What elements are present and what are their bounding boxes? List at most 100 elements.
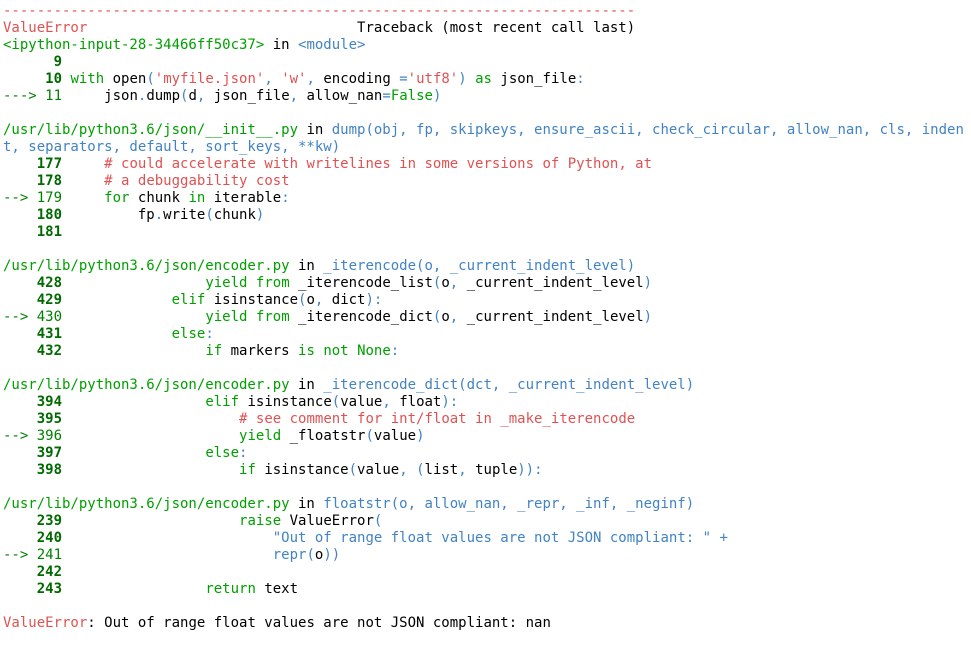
traceback-line — [3, 105, 969, 122]
traceback-line: --> 396 yield _floatstr(value) — [3, 428, 969, 445]
code-token: for — [104, 190, 130, 206]
code-token: # see comment for int/float in _make_ite… — [239, 411, 636, 427]
code-token: = — [399, 71, 408, 87]
code-token: ) — [643, 309, 653, 325]
traceback-line: ValueError Traceback (most recent call l… — [3, 20, 969, 37]
code-token: yield — [239, 428, 282, 444]
code-token: ----------------------------------------… — [3, 3, 636, 19]
code-token: json — [62, 88, 138, 104]
code-token: ) — [255, 207, 265, 223]
traceback-line: 432 if markers is not None: — [3, 343, 969, 360]
code-token: t, separators, default, sort_keys, **kw) — [3, 139, 341, 155]
code-token: , — [449, 275, 459, 291]
code-token: , — [458, 462, 467, 478]
traceback-line: ----------------------------------------… — [3, 3, 969, 20]
code-token: . — [154, 207, 164, 223]
code-token: ): — [365, 292, 383, 308]
traceback-line: /usr/lib/python3.6/json/encoder.py in _i… — [3, 377, 969, 394]
code-token: is — [298, 343, 315, 359]
code-token: from — [255, 309, 290, 325]
code-token: in — [188, 190, 206, 206]
code-token: ( — [373, 513, 383, 529]
code-token: # a debuggability cost — [104, 173, 290, 189]
code-token: from — [255, 275, 290, 291]
code-token: _current_indent_level — [458, 309, 644, 325]
traceback-line: 181 — [3, 224, 969, 241]
code-token: json_file — [491, 71, 577, 87]
traceback-line — [3, 360, 969, 377]
line-number: 181 — [3, 224, 63, 240]
code-token: text — [255, 581, 299, 597]
code-token: in — [264, 37, 299, 53]
traceback-line: 429 elif isinstance(o, dict): — [3, 292, 969, 309]
code-token: elif — [171, 292, 206, 308]
traceback-line: ValueError: Out of range float values ar… — [3, 615, 969, 632]
code-token: in — [289, 377, 324, 393]
code-token: ValueError — [3, 20, 88, 36]
traceback-line: 428 yield from _iterencode_list(o, _curr… — [3, 275, 969, 292]
line-number: 431 — [3, 326, 63, 342]
line-number: 243 — [3, 581, 63, 597]
code-token: /usr/lib/python3.6/json/encoder.py — [3, 496, 290, 512]
code-token: ) — [643, 275, 653, 291]
line-number: 397 — [3, 445, 63, 461]
code-token: , — [306, 71, 324, 87]
traceback-line: 178 # a debuggability cost — [3, 173, 969, 190]
line-number: 242 — [3, 564, 63, 580]
traceback-line: /usr/lib/python3.6/json/__init__.py in d… — [3, 122, 969, 139]
code-token: chunk — [213, 207, 256, 223]
code-token: 'utf8' — [407, 71, 459, 87]
code-token: allow_nan — [298, 88, 383, 104]
code-token: _iterencode_list — [289, 275, 433, 291]
code-token: /usr/lib/python3.6/json/encoder.py — [3, 377, 290, 393]
code-token: not — [323, 343, 349, 359]
line-number: 394 — [3, 394, 63, 410]
code-token: return — [205, 581, 256, 597]
code-token: ( — [348, 462, 358, 478]
code-token: dict — [323, 292, 366, 308]
code-token: d — [188, 88, 197, 104]
code-token: isinstance — [205, 292, 299, 308]
traceback-output: ----------------------------------------… — [3, 3, 969, 632]
traceback-line: 398 if isinstance(value, (list, tuple)): — [3, 462, 969, 479]
code-token: ) — [458, 71, 467, 87]
code-token: : — [239, 445, 248, 461]
traceback-line: --> 430 yield from _iterencode_dict(o, _… — [3, 309, 969, 326]
traceback-line: 239 raise ValueError( — [3, 513, 969, 530]
line-number: 180 — [3, 207, 63, 223]
code-token: if — [239, 462, 256, 478]
code-token: dump — [146, 88, 181, 104]
code-token: _iterencode(o, _current_indent_level) — [323, 258, 636, 274]
code-token: if — [205, 343, 223, 359]
code-token: write — [163, 207, 206, 223]
code-token: yield — [205, 275, 248, 291]
traceback-line — [3, 479, 969, 496]
traceback-line — [3, 241, 969, 258]
code-token: float — [390, 394, 442, 410]
code-token: _iterencode_dict — [289, 309, 433, 325]
code-token: ValueError — [281, 513, 374, 529]
code-token: , — [264, 71, 282, 87]
code-token: else — [205, 445, 240, 461]
code-token: o — [306, 292, 315, 308]
code-token: <ipython-input-28-34466ff50c37> — [3, 37, 265, 53]
code-token: = — [382, 88, 391, 104]
traceback-line: 180 fp.write(chunk) — [3, 207, 969, 224]
code-token: ) — [432, 88, 442, 104]
traceback-line: <ipython-input-28-34466ff50c37> in <modu… — [3, 37, 969, 54]
code-token: in — [289, 258, 324, 274]
code-token: o — [441, 309, 450, 325]
code-token: False — [390, 88, 433, 104]
code-token: : — [205, 326, 214, 342]
code-token: json_file — [205, 88, 290, 104]
current-line-marker: --> 179 — [3, 190, 63, 206]
